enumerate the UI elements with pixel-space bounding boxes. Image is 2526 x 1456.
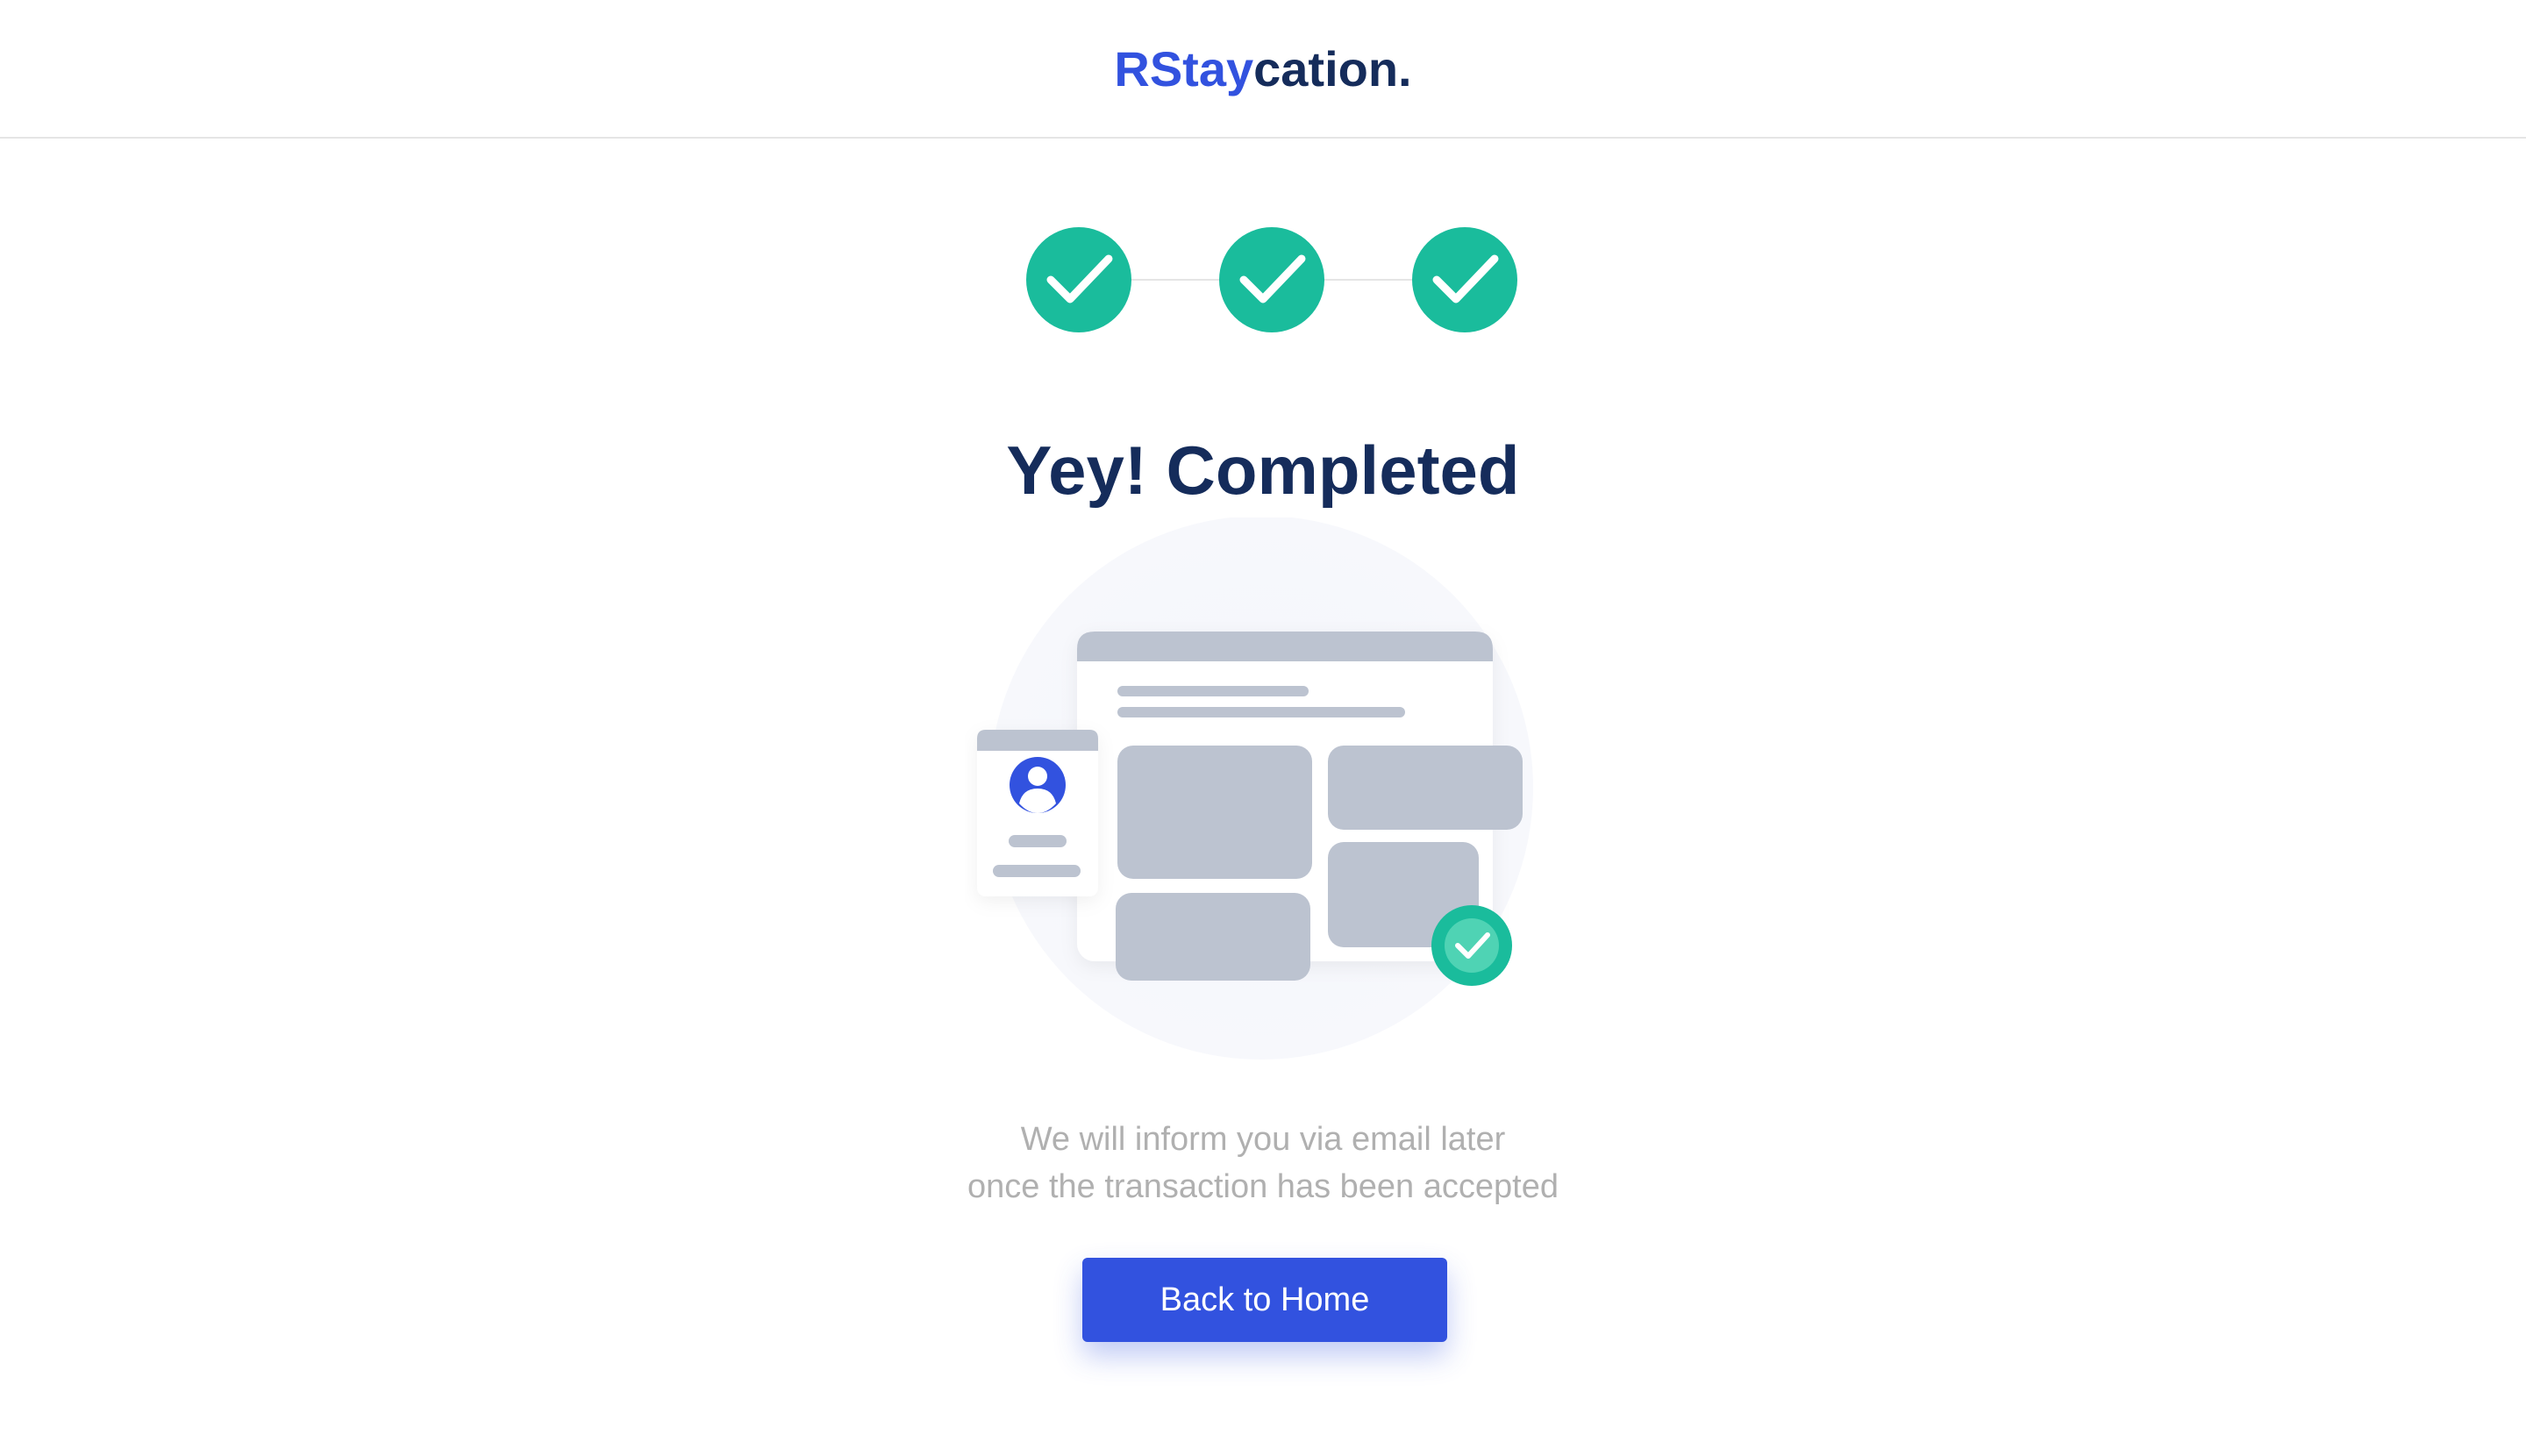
stepper-connector (1131, 279, 1219, 281)
success-badge-icon (1431, 905, 1512, 986)
message-line-2: once the transaction has been accepted (967, 1168, 1559, 1205)
profile-card (977, 730, 1098, 896)
booking-completed-illustration (977, 517, 1533, 1060)
step-3-completed (1412, 227, 1517, 332)
avatar-icon (1010, 757, 1066, 813)
progress-stepper (0, 0, 2526, 351)
confirmation-message: We will inform you via email later once … (0, 1116, 2526, 1210)
checkmark-icon (1432, 254, 1499, 303)
step-1-completed (1026, 227, 1131, 332)
checkmark-icon (1239, 254, 1306, 303)
checkmark-icon (1046, 254, 1113, 303)
stepper-connector (1324, 279, 1412, 281)
back-to-home-button[interactable]: Back to Home (1082, 1258, 1447, 1342)
message-line-1: We will inform you via email later (1020, 1121, 1506, 1158)
step-2-completed (1219, 227, 1324, 332)
page-title: Yey! Completed (1006, 432, 1520, 509)
